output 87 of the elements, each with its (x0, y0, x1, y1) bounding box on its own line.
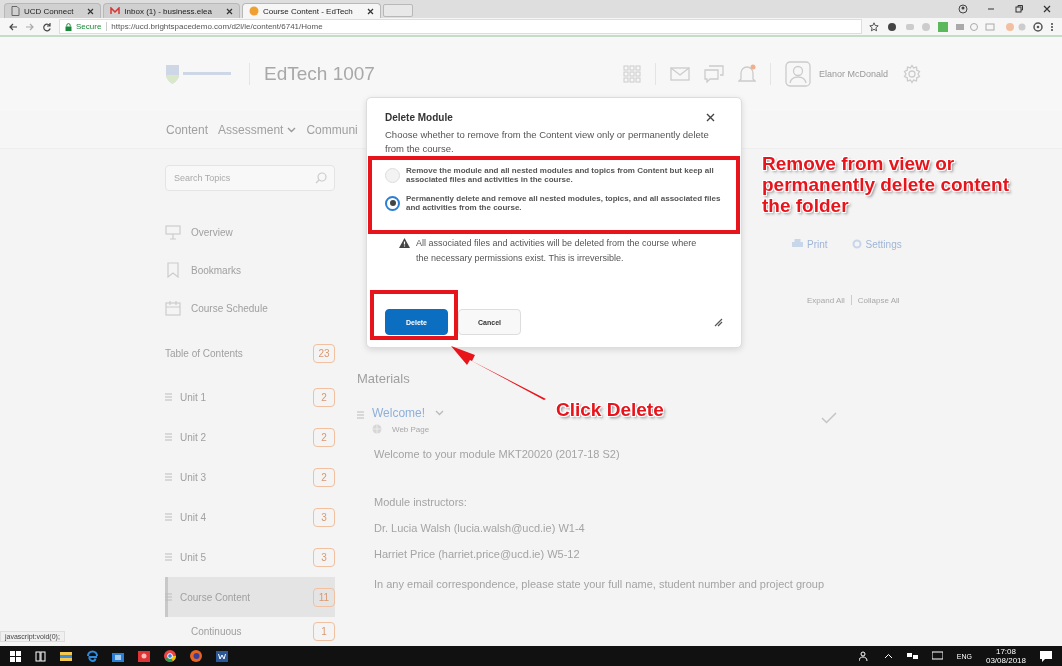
drag-handle-icon (165, 593, 172, 601)
nav-menu-item[interactable]: Content (166, 122, 209, 137)
drag-handle-icon (165, 553, 172, 561)
body-text: Dr. Lucia Walsh (lucia.walsh@ucd.ie) W1-4 (374, 522, 585, 534)
table-of-contents-link[interactable]: Table of Contents (165, 347, 243, 359)
dialog-title: Delete Module (385, 112, 453, 123)
dialog-description: Choose whether to remove from the Content view only or permanently delete from the course. (385, 128, 710, 156)
toolbar-button[interactable]: Print (792, 235, 828, 253)
section-heading: Materials (357, 371, 410, 386)
warning-icon (399, 238, 410, 248)
nav-menu-item[interactable]: Assessment (218, 122, 297, 137)
close-icon[interactable] (225, 7, 233, 15)
body-text: Module instructors: (374, 496, 467, 508)
drag-handle-icon (165, 393, 172, 401)
browser-tab[interactable]: Inbox (1) - business.elea (103, 3, 240, 18)
close-icon[interactable] (366, 7, 374, 15)
module-item[interactable]: Unit 1 2 (165, 377, 335, 417)
address-bar[interactable]: Secure https://ucd.brightspacedemo.com/d2l/le/content/6741/Home (59, 19, 862, 34)
annotation-text: Click Delete (556, 399, 664, 420)
search-field[interactable]: Search Topics (165, 165, 335, 191)
drag-handle-icon (165, 473, 172, 481)
module-item[interactable]: Unit 5 3 (165, 537, 335, 577)
body-text: Welcome to your module MKT20020 (2017-18 S2) (374, 448, 620, 460)
bookmark-icon (165, 262, 181, 278)
clock[interactable]: 17:08 03/08/2018 (985, 647, 1026, 665)
task-view-icon[interactable] (35, 650, 46, 662)
mail-icon (110, 7, 121, 15)
people-icon[interactable] (858, 651, 870, 661)
drag-handle-icon (165, 513, 172, 521)
course-icon (248, 6, 259, 16)
browser-tab[interactable]: UCD Connect (4, 3, 102, 18)
toolbar-button[interactable]: Settings (851, 235, 902, 253)
word-app-icon[interactable] (216, 650, 228, 662)
folder-icon[interactable] (60, 651, 72, 661)
topic-link[interactable]: Welcome! (372, 406, 426, 420)
resize-handle-icon[interactable] (714, 317, 723, 327)
firefox-browser-icon[interactable] (190, 650, 202, 662)
globe-icon (372, 424, 382, 434)
lock-icon (65, 22, 72, 31)
browser-tab[interactable]: Course Content - EdTech (241, 3, 381, 18)
user-name[interactable]: Elanor McDonald (818, 69, 888, 79)
gear-icon (851, 239, 862, 249)
course-title[interactable]: EdTech 1007 (264, 63, 375, 85)
sidebar-link[interactable]: Course Schedule (191, 302, 268, 314)
back-icon[interactable] (8, 21, 18, 32)
module-item[interactable]: Course Content 11 (165, 577, 335, 617)
secure-label: Secure (76, 22, 108, 31)
chrome-browser-icon[interactable] (164, 650, 176, 662)
count-badge: 23 (313, 343, 335, 363)
body-text: In any email correspondence, please state your full name, student number and project group (374, 578, 825, 590)
calendar-icon (165, 300, 181, 316)
edge-browser-icon[interactable] (86, 650, 98, 662)
sidebar-link[interactable]: Overview (191, 226, 233, 238)
annotation-text: Remove from view or permanently delete content the folder (762, 153, 1011, 216)
nav-menu-item[interactable]: Communi (306, 122, 358, 137)
drag-handle-icon (357, 411, 364, 419)
submodule-item[interactable]: Continuous 1 (165, 617, 335, 645)
page-icon (11, 6, 20, 16)
collapse-all-link[interactable]: Collapse All (857, 295, 900, 305)
option-label[interactable]: Remove the module and all nested modules and topics from Content but keep all associated files and activities in the course. (406, 166, 723, 184)
close-icon[interactable] (706, 113, 715, 122)
restore-icon[interactable] (1014, 4, 1024, 14)
topic-type: Web Page (392, 424, 430, 434)
printer-icon (792, 239, 803, 249)
chevron-up-icon[interactable] (883, 653, 893, 659)
reload-icon[interactable] (42, 21, 52, 32)
menu-icon[interactable] (1050, 21, 1054, 32)
star-icon[interactable] (869, 21, 879, 32)
module-item[interactable]: Unit 3 2 (165, 457, 335, 497)
module-item[interactable]: Unit 2 2 (165, 417, 335, 457)
notification-icon[interactable] (1040, 650, 1052, 662)
sidebar-link[interactable]: Bookmarks (191, 264, 241, 276)
user-icon[interactable] (958, 4, 968, 14)
close-icon[interactable] (1042, 4, 1052, 14)
extension-icons-drawing[interactable] (886, 20, 1026, 33)
warning-text: All associated files and activities will be deleted from the course where the necessary permissions exist. This is irreversible. (416, 237, 698, 265)
radio-button[interactable] (385, 195, 400, 211)
option-label[interactable]: Permanently delete and remove all nested modules, topics, and all associated files and activities from the course. (406, 194, 723, 212)
expand-all-link[interactable]: Expand All (807, 295, 845, 305)
body-text: Harriet Price (harriet.price@ucd.ie) W5-12 (374, 548, 580, 560)
windows-start-icon[interactable] (10, 650, 21, 662)
presentation-icon (165, 224, 181, 240)
url-text[interactable]: https://ucd.brightspacedemo.com/d2l/le/content/6741/Home (111, 22, 323, 31)
settings-icon[interactable] (1033, 21, 1043, 32)
drag-handle-icon (165, 433, 172, 441)
module-item[interactable]: Unit 4 3 (165, 497, 335, 537)
close-icon[interactable] (87, 7, 95, 15)
